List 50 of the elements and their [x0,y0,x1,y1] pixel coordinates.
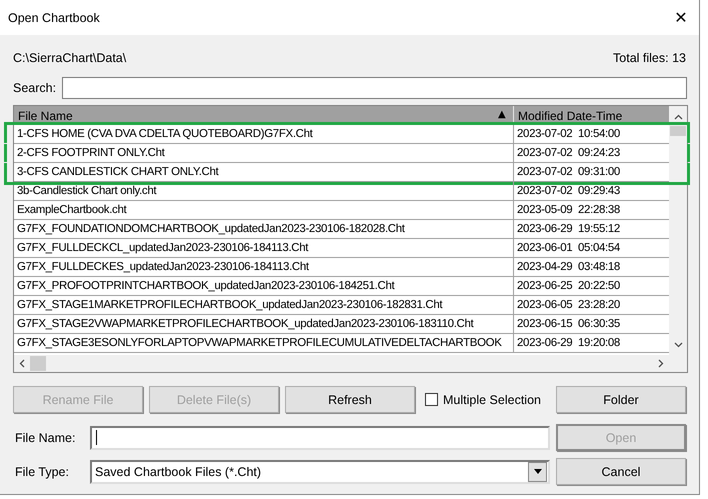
column-header[interactable]: Modified Date-Time [514,106,669,125]
close-button[interactable]: ✕ [663,0,699,35]
file-name-cell[interactable]: G7FX_STAGE2VWAPMARKETPROFILECHARTBOOK_updatedJan2023-230106-183110.Cht [14,315,514,333]
file-type-dropdown[interactable]: Saved Chartbook Files (*.Cht) [90,460,550,484]
folder-button[interactable]: Folder [556,386,686,413]
date-time-cell[interactable]: 2023-06-29 19:55:12 [514,220,669,238]
file-name-cell[interactable]: G7FX_STAGE1MARKETPROFILECHARTBOOK_updatedJan2023-230106-182831.Cht [14,296,514,314]
scroll-thumb[interactable] [670,126,686,136]
file-name-cell[interactable]: ExampleChartbook.cht [14,201,514,219]
date-time-cell[interactable]: 2023-07-02 09:24:23 [514,144,669,162]
file-name-cell[interactable]: G7FX_FOUNDATIONDOMCHARTBOOK_updatedJan2023-230106-182028.Cht [14,220,514,238]
vertical-scrollbar[interactable] [669,106,687,372]
file-name-cell[interactable]: G7FX_STAGE3ESONLYFORLAPTOPVWAPMARKETPROFILECUMULATIVEDELTACHARTBOOK [14,334,514,352]
total-files: Total files: 13 [613,51,686,65]
file-name-cell[interactable]: 3b-Candlestick Chart only.cht [14,182,514,200]
horizontal-scrollbar[interactable] [14,355,669,372]
date-time-cell[interactable]: 2023-07-02 09:31:00 [514,163,669,181]
cancel-button[interactable]: Cancel [556,458,686,485]
window-title: Open Chartbook [8,10,100,24]
checkbox[interactable] [425,393,438,406]
file-name-cell[interactable]: G7FX_FULLDECKCL_updatedJan2023-230106-184113.Cht [14,239,514,257]
date-time-cell[interactable]: 2023-05-09 22:28:38 [514,201,669,219]
date-time-cell[interactable]: 2023-07-02 09:29:43 [514,182,669,200]
search-label: Search: [13,81,56,95]
scroll-up-icon[interactable] [674,114,682,120]
file-name-cell[interactable]: 2-CFS FOOTPRINT ONLY.Cht [14,144,514,162]
file-name-cell[interactable]: 3-CFS CANDLESTICK CHART ONLY.Cht [14,163,514,181]
checkbox-label[interactable]: Multiple Selection [443,392,541,406]
date-time-cell[interactable]: 2023-06-29 19:20:08 [514,334,669,352]
date-time-cell[interactable]: 2023-07-02 10:54:00 [514,125,669,143]
search-field[interactable] [62,77,687,99]
file-type-label: File Type: [14,464,70,478]
sort-arrow-icon: ▲ [498,109,506,120]
date-time-cell[interactable]: 2023-06-25 20:22:50 [514,277,669,295]
file-name-label: File Name: [14,430,76,444]
date-time-cell[interactable]: 2023-04-29 03:48:18 [514,258,669,276]
date-time-cell[interactable]: 2023-06-01 05:04:54 [514,239,669,257]
file-name-cell[interactable]: G7FX_FULLDECKES_updatedJan2023-230106-184113.Cht [14,258,514,276]
date-time-cell[interactable]: 2023-06-05 23:28:20 [514,296,669,314]
scroll-right-icon[interactable] [658,359,664,368]
dropdown-arrow-icon[interactable] [534,469,542,474]
file-name-cell[interactable]: 1-CFS HOME (CVA DVA CDELTA QUOTEBOARD)G7FX.Cht [14,125,514,143]
action-button[interactable]: Refresh [285,386,415,413]
file-name-field[interactable] [90,426,550,450]
file-name-cell[interactable]: G7FX_PROFOOTPRINTCHARTBOOK_updatedJan2023-230106-184251.Cht [14,277,514,295]
folder-path: C:\SierraChart\Data\ [13,51,126,65]
scroll-down-icon[interactable] [674,342,682,348]
scroll-thumb[interactable] [30,356,46,371]
scroll-left-icon[interactable] [19,359,25,368]
date-time-cell[interactable]: 2023-06-15 06:30:35 [514,315,669,333]
